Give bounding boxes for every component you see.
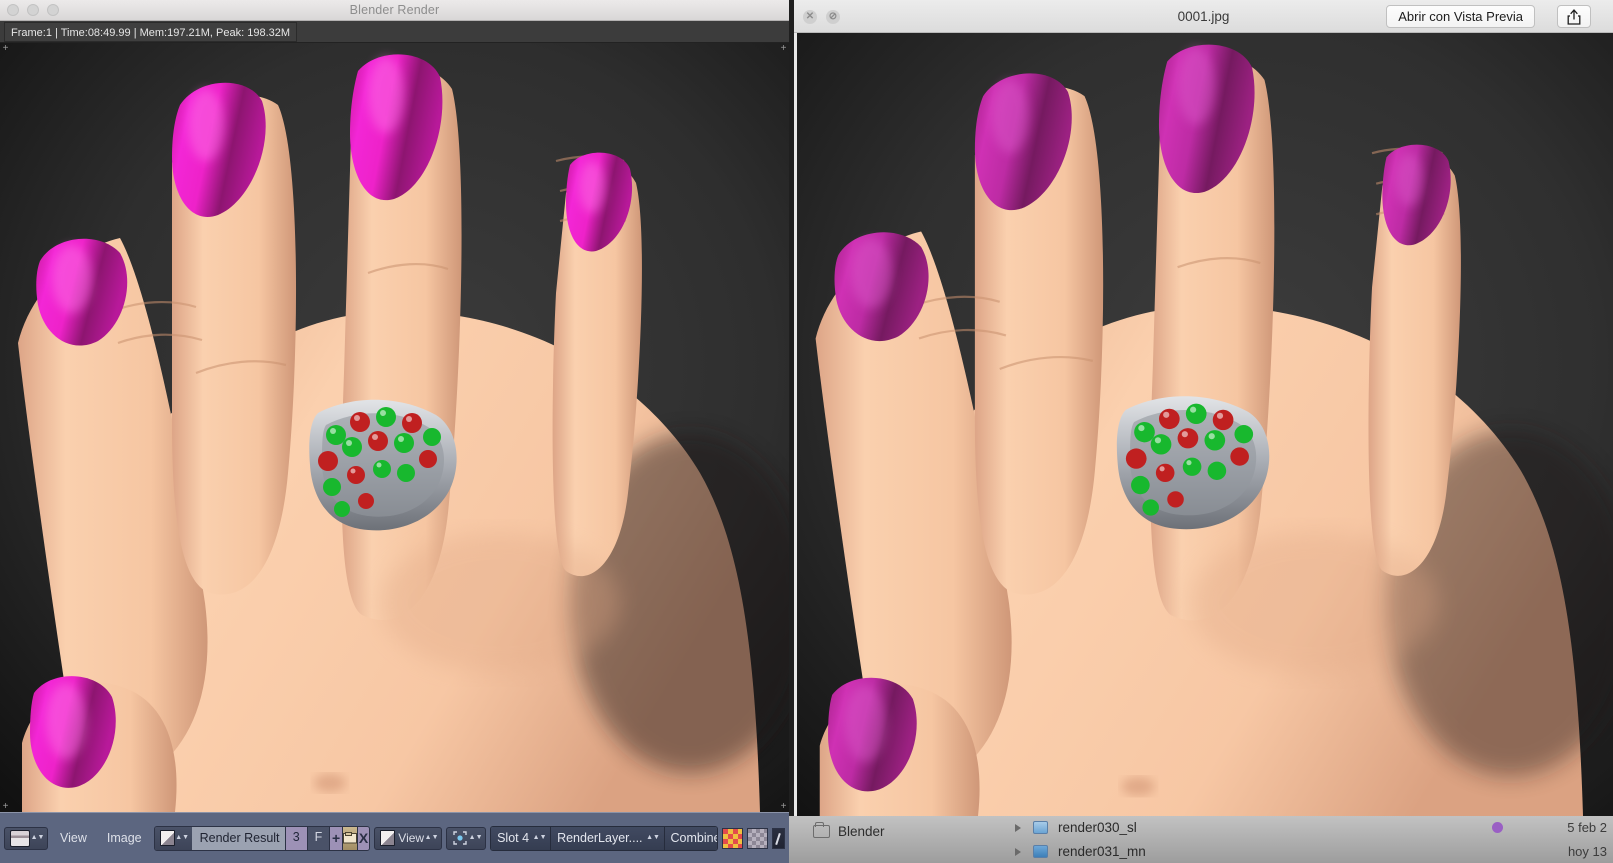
grease-pencil-icon[interactable] — [772, 827, 785, 849]
render-status-text: Frame:1 | Time:08:49.99 | Mem:197.21M, P… — [4, 22, 298, 42]
disclosure-triangle-icon[interactable] — [1015, 847, 1021, 856]
canvas-corner-tl[interactable]: + — [1, 44, 10, 54]
chevron-updown-icon: ▲▼ — [424, 834, 439, 841]
table-row[interactable]: render030_sl 5 feb 2 — [789, 816, 1613, 839]
view-mode-label: View — [398, 831, 425, 845]
preview-image-canvas[interactable] — [794, 33, 1613, 816]
render-slot-group: Slot 4 ▲▼ RenderLayer.... ▲▼ Combined ▲▼ — [490, 825, 718, 851]
file-name: render030_sl — [1058, 820, 1137, 835]
menu-view[interactable]: View — [52, 827, 95, 850]
render-pass-label: Combined — [670, 831, 717, 845]
disclosure-triangle-icon[interactable] — [1015, 823, 1021, 832]
share-icon — [1567, 8, 1581, 25]
open-folder-icon — [342, 832, 357, 844]
blender-window-title: Blender Render — [349, 3, 440, 17]
preview-titlebar[interactable]: ✕ ⊘ 0001.jpg Abrir con Vista Previa — [794, 0, 1613, 33]
render-canvas[interactable]: + + + + — [0, 43, 789, 812]
image-datablock-icon — [159, 830, 175, 846]
canvas-corner-tr[interactable]: + — [779, 44, 788, 54]
folder-blue-icon — [1033, 845, 1048, 858]
tag-dot[interactable] — [1492, 822, 1503, 833]
color-channel-icon[interactable] — [722, 827, 743, 849]
quicklook-preview-window: ✕ ⊘ 0001.jpg Abrir con Vista Previa — [789, 0, 1613, 863]
blender-render-window: Blender Render Frame:1 | Time:08:49.99 |… — [0, 0, 789, 863]
chevron-updown-icon: ▲▼ — [30, 834, 45, 841]
table-row[interactable]: render031_mn hoy 13 — [789, 840, 1613, 863]
file-date: hoy 13 — [1567, 844, 1607, 859]
open-with-preview-button[interactable]: Abrir con Vista Previa — [1386, 5, 1535, 28]
chevron-updown-icon: ▲▼ — [468, 834, 483, 841]
chevron-updown-icon: ▲▼ — [646, 834, 660, 841]
image-view-icon — [380, 830, 396, 846]
canvas-corner-br[interactable]: + — [779, 802, 788, 812]
render-slot-label: Slot 4 — [497, 831, 530, 845]
canvas-corner-bl[interactable]: + — [1, 802, 10, 812]
render-layer-label: RenderLayer.... — [557, 831, 643, 845]
editor-type-selector[interactable]: ▲▼ — [4, 826, 48, 850]
view-mode-selector[interactable]: View ▲▼ — [374, 826, 443, 850]
alpha-checker-icon[interactable] — [747, 827, 768, 849]
render-layer-selector[interactable]: RenderLayer.... ▲▼ — [550, 826, 664, 850]
render-artwork-left — [0, 43, 789, 812]
chevron-updown-icon: ▲▼ — [175, 834, 190, 841]
pivot-selector[interactable]: ▲▼ — [446, 826, 487, 850]
render-pass-selector[interactable]: Combined ▲▼ — [663, 826, 718, 850]
datablock-group: ▲▼ Render Result 3 F + X — [153, 825, 371, 851]
pivot-center-icon — [453, 831, 467, 845]
datablock-browse-button[interactable]: ▲▼ — [154, 826, 192, 850]
users-count-badge[interactable]: 3 — [284, 826, 307, 850]
blender-image-editor-toolbar: ▲▼ View Image ▲▼ Render Result 3 F + X V… — [0, 812, 789, 863]
new-image-button[interactable]: + — [329, 826, 342, 850]
menu-image[interactable]: Image — [99, 827, 150, 850]
unlink-image-button[interactable]: X — [356, 826, 370, 850]
blender-titlebar[interactable]: Blender Render — [0, 0, 789, 21]
fake-user-toggle[interactable]: F — [306, 826, 330, 850]
hand-preview-svg — [797, 33, 1613, 816]
screen: Blender Render Frame:1 | Time:08:49.99 |… — [0, 0, 1613, 863]
image-editor-icon — [10, 829, 30, 847]
chevron-updown-icon: ▲▼ — [532, 834, 547, 841]
render-slot-selector[interactable]: Slot 4 ▲▼ — [491, 826, 551, 850]
open-image-button[interactable] — [341, 826, 357, 850]
file-date: 5 feb 2 — [1567, 820, 1607, 835]
render-artwork-right — [797, 33, 1613, 816]
folder-blue-icon — [1033, 821, 1048, 834]
hand-render-svg — [0, 43, 789, 812]
datablock-name-field[interactable]: Render Result — [191, 826, 285, 850]
file-name: render031_mn — [1058, 844, 1146, 859]
finder-window-strip: Blender render030_sl 5 feb 2 render031_m… — [789, 816, 1613, 863]
share-button[interactable] — [1557, 5, 1591, 28]
